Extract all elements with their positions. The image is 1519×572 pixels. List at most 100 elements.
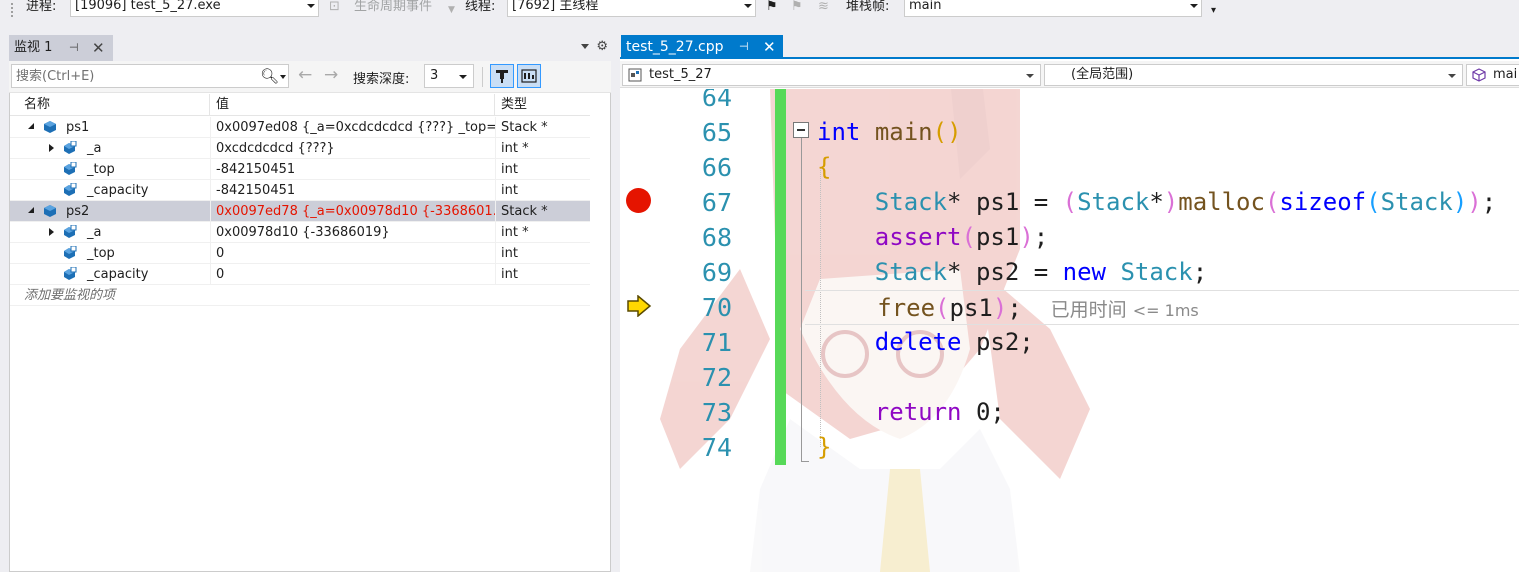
bracket-token: ): [1019, 223, 1034, 251]
value-cell[interactable]: 0x0097ed08 {_a=0xcdcdcdcd {???} _top=...: [210, 117, 495, 138]
collapse-outline-icon[interactable]: [793, 122, 809, 138]
plain-token: ;: [1033, 223, 1049, 251]
table-row[interactable]: _top -842150451 int: [10, 159, 590, 180]
pin-to-source-button[interactable]: [490, 64, 514, 88]
expand-triangle-icon[interactable]: [28, 123, 34, 129]
keyword-token: return: [874, 398, 962, 426]
search-depth-label: 搜索深度:: [353, 72, 410, 87]
line-number: 72: [701, 363, 732, 392]
process-label: 进程:: [26, 0, 57, 14]
expand-triangle-icon[interactable]: [49, 228, 54, 236]
toolbar-grip[interactable]: [10, 2, 14, 18]
project-combo[interactable]: test_5_27: [622, 64, 1041, 86]
bracket-token: (: [961, 223, 976, 251]
bracket-token: (: [1366, 188, 1381, 216]
add-watch-row[interactable]: 添加要监视的项: [10, 285, 590, 306]
value-cell[interactable]: 0x00978d10 {-33686019}: [210, 222, 495, 243]
chevron-down-icon: [744, 4, 752, 8]
background-illustration: [660, 89, 1090, 572]
chevron-down-icon: [1190, 4, 1198, 8]
instruction-pointer-icon[interactable]: [626, 295, 652, 317]
variable-name: _a: [87, 141, 102, 156]
search-input[interactable]: [16, 67, 246, 85]
lifecycle-events-label[interactable]: 生命周期事件: [354, 0, 432, 14]
table-row[interactable]: _top 0 int: [10, 243, 590, 264]
line-number: 68: [701, 223, 732, 252]
bracket-token: (: [932, 118, 948, 146]
gear-icon[interactable]: ⚙: [596, 39, 608, 54]
watch-tabstrip: 监视 1 ⊣ ✕ ⚙: [9, 35, 611, 61]
code-line[interactable]: {: [817, 150, 831, 185]
arrow-left-icon[interactable]: ←: [298, 65, 312, 85]
column-header-name[interactable]: 名称: [10, 94, 210, 116]
column-header-type[interactable]: 类型: [495, 94, 590, 116]
toolbar-overflow-icon[interactable]: ▾: [1211, 4, 1216, 18]
hex-display-button[interactable]: [517, 64, 541, 88]
value-cell[interactable]: 0: [210, 243, 495, 264]
search-box[interactable]: 🔍︎: [11, 64, 289, 88]
type-cell: int: [495, 159, 590, 180]
table-row[interactable]: _capacity -842150451 int: [10, 180, 590, 201]
code-line[interactable]: delete ps2;: [817, 325, 1034, 360]
glyph-margin[interactable]: [620, 89, 658, 572]
search-depth-combo[interactable]: 3: [424, 64, 474, 88]
value-cell[interactable]: 0xcdcdcdcd {???}: [210, 138, 495, 159]
code-line[interactable]: int main(): [817, 115, 962, 150]
expand-triangle-icon[interactable]: [28, 207, 34, 213]
thread-combo[interactable]: [7692] 主线程: [507, 0, 756, 17]
variable-name: ps2: [66, 204, 90, 219]
value-cell[interactable]: 0x0097ed78 {_a=0x00978d10 {-3368601...: [210, 201, 495, 222]
arrow-right-icon[interactable]: →: [324, 65, 338, 85]
plain-token: ;: [1481, 188, 1497, 216]
code-line[interactable]: return 0;: [817, 395, 1005, 430]
table-row[interactable]: _capacity 0 int: [10, 264, 590, 285]
value-cell[interactable]: 0: [210, 264, 495, 285]
bracket-token: ): [992, 294, 1008, 322]
close-icon[interactable]: ✕: [92, 35, 105, 61]
project-combo-value: test_5_27: [649, 67, 712, 82]
member-field-icon: [64, 162, 77, 175]
value-cell[interactable]: -842150451: [210, 159, 495, 180]
code-line[interactable]: assert(ps1);: [817, 220, 1048, 255]
line-number: 66: [701, 153, 732, 182]
scope-combo[interactable]: (全局范围): [1044, 64, 1463, 86]
table-row[interactable]: _a 0xcdcdcdcd {???} int *: [10, 138, 590, 159]
flag-thread-icon[interactable]: ⚑: [766, 0, 778, 14]
table-row[interactable]: ps2 0x0097ed78 {_a=0x00978d10 {-3368601.…: [10, 201, 590, 222]
process-combo[interactable]: [19096] test_5_27.exe: [70, 0, 319, 17]
perf-tip[interactable]: 已用时间 <= 1ms: [1051, 299, 1199, 321]
flag-filter-icon[interactable]: ⚑: [791, 0, 803, 14]
window-position-menu-icon[interactable]: [581, 44, 589, 49]
table-row[interactable]: _a 0x00978d10 {-33686019} int *: [10, 222, 590, 243]
chevron-down-icon[interactable]: ▼: [448, 3, 455, 17]
current-statement-line[interactable]: free(ps1); 已用时间 <= 1ms: [805, 290, 1519, 325]
pin-icon[interactable]: ⊣: [69, 35, 79, 61]
pin-icon[interactable]: ⊣: [739, 35, 749, 59]
line-number: 67: [701, 188, 732, 217]
thread-label: 线程:: [465, 0, 496, 14]
plain-token: * ps1 =: [947, 188, 1063, 216]
code-area[interactable]: 64 65 66 67 68 69 70 71 72 73 74 int mai…: [620, 89, 1519, 572]
expand-triangle-icon[interactable]: [49, 144, 54, 152]
tab-test-5-27-cpp[interactable]: test_5_27.cpp ⊣ ✕: [621, 35, 783, 59]
process-combo-value: [19096] test_5_27.exe: [75, 0, 221, 13]
add-watch-hint[interactable]: 添加要监视的项: [24, 285, 115, 306]
tab-watch-1[interactable]: 监视 1 ⊣ ✕: [9, 35, 113, 61]
member-combo[interactable]: mai: [1466, 64, 1519, 86]
table-row[interactable]: ps1 0x0097ed08 {_a=0xcdcdcdcd {???} _top…: [10, 117, 590, 138]
stackframe-combo[interactable]: main: [904, 0, 1202, 17]
code-line[interactable]: }: [817, 430, 831, 465]
value-cell[interactable]: -842150451: [210, 180, 495, 201]
chevron-down-icon[interactable]: [280, 75, 286, 79]
code-line[interactable]: Stack* ps1 = (Stack*)malloc(sizeof(Stack…: [817, 185, 1496, 220]
show-threads-icon[interactable]: ≋: [818, 0, 829, 14]
search-icon[interactable]: 🔍︎: [260, 67, 279, 85]
code-line[interactable]: Stack* ps2 = new Stack;: [817, 255, 1207, 290]
close-icon[interactable]: ✕: [763, 35, 776, 59]
type-cell: int *: [495, 222, 590, 243]
function-token: free: [877, 294, 936, 322]
column-header-value[interactable]: 值: [210, 94, 495, 116]
pane-splitter[interactable]: [611, 27, 620, 572]
breakpoint-icon[interactable]: [626, 188, 651, 213]
